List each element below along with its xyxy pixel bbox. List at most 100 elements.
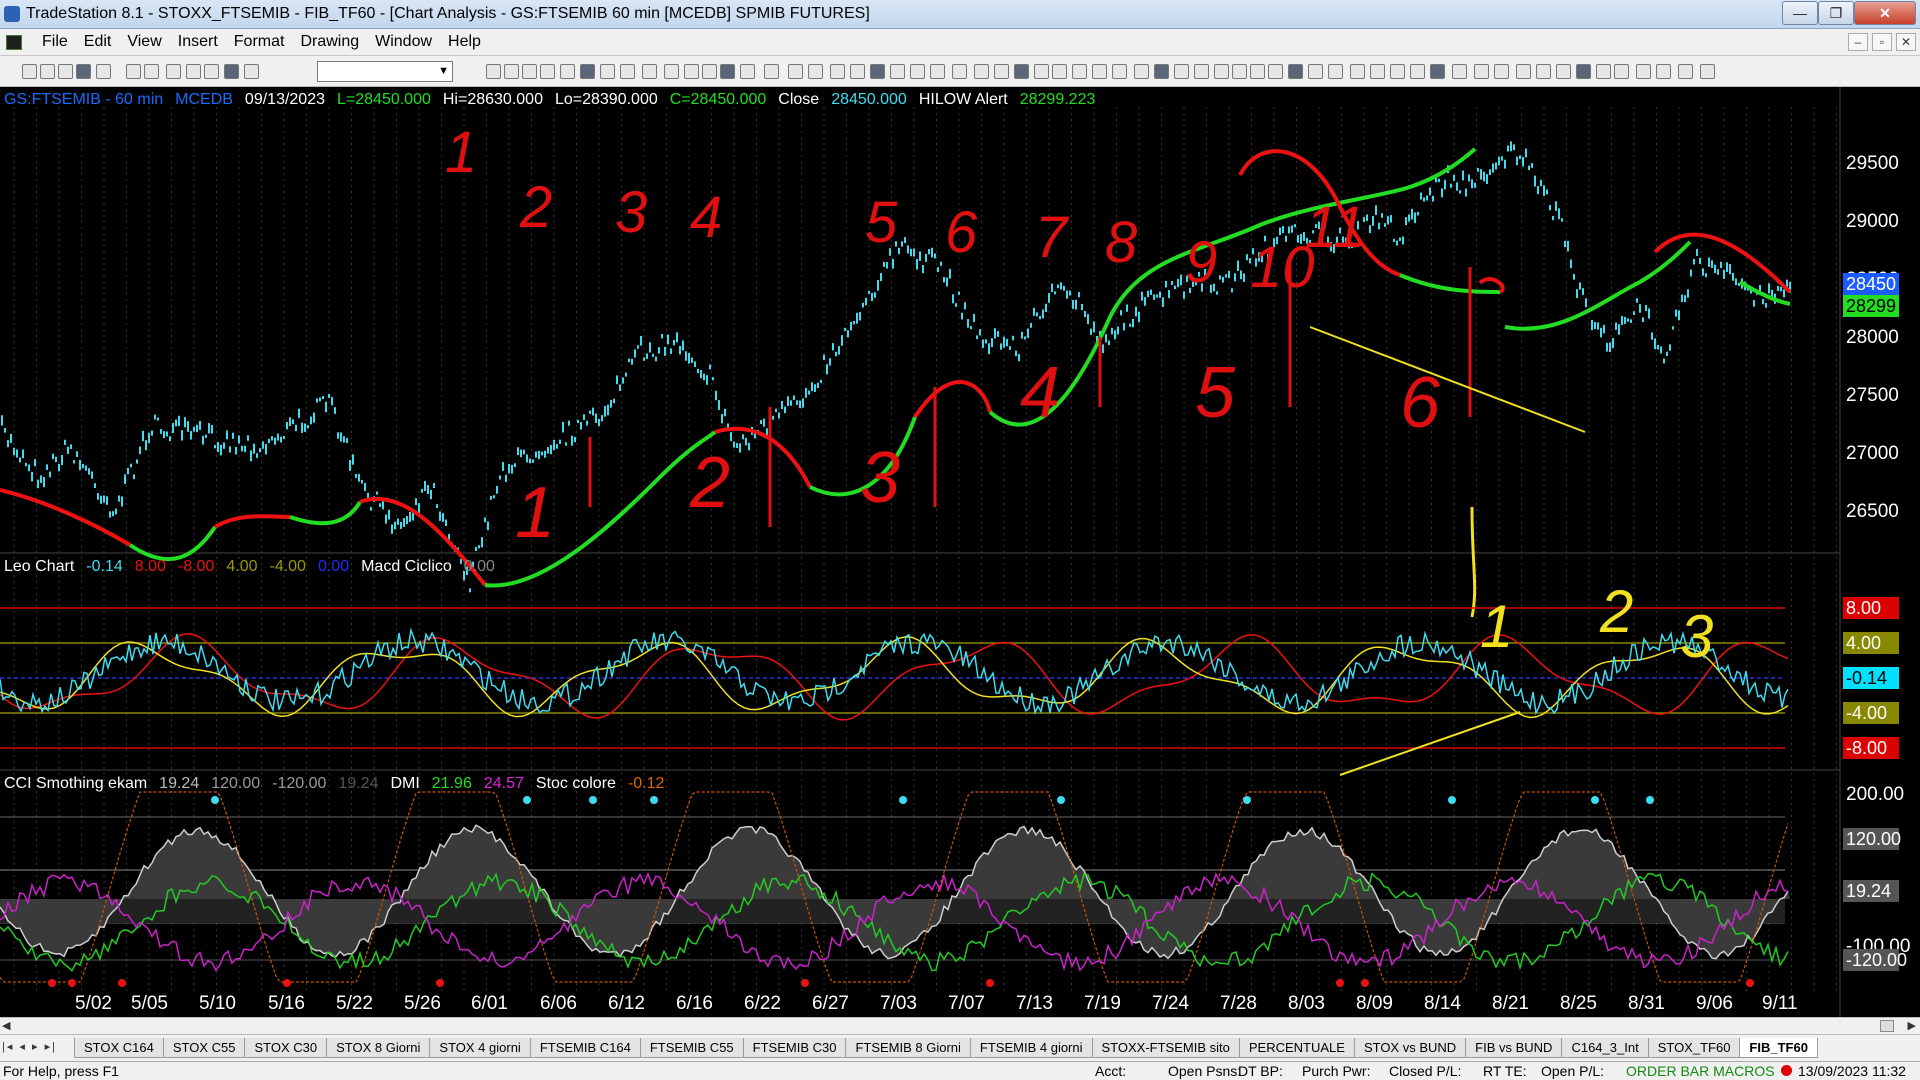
toolbar-tool-icon[interactable]: [740, 64, 755, 79]
toolbar-tool-icon[interactable]: [600, 64, 615, 79]
tab-stox-4-giorni[interactable]: STOX 4 giorni: [429, 1038, 531, 1058]
toolbar-tool-icon[interactable]: [952, 64, 967, 79]
toolbar-tool-icon[interactable]: [1052, 64, 1067, 79]
toolbar-tool-icon[interactable]: [994, 64, 1009, 79]
toolbar-tool-icon[interactable]: [1232, 64, 1247, 79]
toolbar-tool-icon[interactable]: [1288, 64, 1303, 79]
maximize-button[interactable]: ❐: [1818, 1, 1854, 25]
toolbar-tool-icon[interactable]: [870, 64, 885, 79]
toolbar-tool-icon[interactable]: [1596, 64, 1611, 79]
menu-file[interactable]: File: [34, 33, 76, 51]
mdi-restore-button[interactable]: ▫: [1872, 33, 1892, 51]
toolbar-tool-icon[interactable]: [580, 64, 595, 79]
toolbar-tool-icon[interactable]: [1678, 64, 1693, 79]
new-icon[interactable]: [22, 64, 37, 79]
toolbar-tool-icon[interactable]: [1516, 64, 1531, 79]
toolbar-tool-icon[interactable]: [974, 64, 989, 79]
tab-navigation[interactable]: |◂ ◂ ▸ ▸|: [2, 1040, 57, 1053]
tab-fib-vs-bund[interactable]: FIB vs BUND: [1465, 1038, 1563, 1058]
toolbar-tool-icon[interactable]: [764, 64, 779, 79]
toolbar-tool-icon[interactable]: [1268, 64, 1283, 79]
tab-ftsemib-c55[interactable]: FTSEMIB C55: [639, 1038, 744, 1058]
toolbar-tool-icon[interactable]: [910, 64, 925, 79]
menu-window[interactable]: Window: [367, 33, 440, 51]
tab-c164-3-int[interactable]: C164_3_Int: [1561, 1038, 1649, 1058]
tab-ftsemib-8-giorni[interactable]: FTSEMIB 8 Giorni: [845, 1038, 971, 1058]
menu-view[interactable]: View: [119, 33, 169, 51]
toolbar-tool-icon[interactable]: [930, 64, 945, 79]
mdi-close-button[interactable]: ✕: [1896, 33, 1916, 51]
tab-fib-tf60[interactable]: FIB_TF60: [1739, 1038, 1818, 1058]
toolbar-tool-icon[interactable]: [1656, 64, 1671, 79]
toolbar-icon[interactable]: [186, 64, 201, 79]
chevron-down-icon[interactable]: ▼: [438, 65, 449, 77]
toolbar-tool-icon[interactable]: [1072, 64, 1087, 79]
toolbar-tool-icon[interactable]: [1034, 64, 1049, 79]
toolbar-tool-icon[interactable]: [1410, 64, 1425, 79]
tab-ftsemib-c164[interactable]: FTSEMIB C164: [529, 1038, 641, 1058]
toolbar-tool-icon[interactable]: [1430, 64, 1445, 79]
toolbar-icon[interactable]: [224, 64, 239, 79]
horizontal-scrollbar[interactable]: ◀ ▶: [0, 1017, 1920, 1034]
toolbar-tool-icon[interactable]: [1092, 64, 1107, 79]
folder-icon[interactable]: [96, 64, 111, 79]
toolbar-tool-icon[interactable]: [522, 64, 537, 79]
toolbar-tool-icon[interactable]: [620, 64, 635, 79]
menu-insert[interactable]: Insert: [170, 33, 226, 51]
toolbar-tool-icon[interactable]: [1250, 64, 1265, 79]
tab-ftsemib-4-giorni[interactable]: FTSEMIB 4 giorni: [969, 1038, 1093, 1058]
save-all-icon[interactable]: [76, 64, 91, 79]
scroll-right-icon[interactable]: ▶: [1908, 1019, 1916, 1032]
chart-canvas[interactable]: 1 2 34 5 612 3 4 5 6 7 8 9 10111 2 3: [0, 87, 1920, 1017]
toolbar-tool-icon[interactable]: [1328, 64, 1343, 79]
toolbar-tool-icon[interactable]: [486, 64, 501, 79]
chart-document-icon[interactable]: [6, 35, 22, 50]
chart-area[interactable]: 1 2 3 4 5 6 1 2 3 4 5 6 7 8 9 10 11 1 2 3 GS:FTSEMIB - 60 m…: [0, 87, 1920, 1017]
menu-drawing[interactable]: Drawing: [292, 33, 367, 51]
toolbar-tool-icon[interactable]: [560, 64, 575, 79]
toolbar-tool-icon[interactable]: [1014, 64, 1029, 79]
tab-stox-c164[interactable]: STOX C164: [74, 1038, 164, 1058]
tab-percentuale[interactable]: PERCENTUALE: [1238, 1038, 1355, 1058]
toolbar-tool-icon[interactable]: [1536, 64, 1551, 79]
toolbar-tool-icon[interactable]: [1556, 64, 1571, 79]
toolbar-tool-icon[interactable]: [1350, 64, 1365, 79]
toolbar-icon[interactable]: [166, 64, 181, 79]
mdi-minimize-button[interactable]: –: [1848, 33, 1868, 51]
open-icon[interactable]: [40, 64, 55, 79]
tab-stox-tf60[interactable]: STOX_TF60: [1647, 1038, 1741, 1058]
toolbar-tool-icon[interactable]: [1700, 64, 1715, 79]
close-button[interactable]: ✕: [1854, 1, 1916, 25]
toolbar-tool-icon[interactable]: [540, 64, 555, 79]
toolbar-tool-icon[interactable]: [1134, 64, 1149, 79]
toolbar-tool-icon[interactable]: [1308, 64, 1323, 79]
toolbar-tool-icon[interactable]: [1636, 64, 1651, 79]
toolbar-tool-icon[interactable]: [830, 64, 845, 79]
lock-icon[interactable]: [204, 64, 219, 79]
toolbar-tool-icon[interactable]: [808, 64, 823, 79]
toolbar-tool-icon[interactable]: [1576, 64, 1591, 79]
toolbar-tool-icon[interactable]: [642, 64, 657, 79]
toolbar-tool-icon[interactable]: [1452, 64, 1467, 79]
tab-stox-c55[interactable]: STOX C55: [162, 1038, 246, 1058]
toolbar-tool-icon[interactable]: [1214, 64, 1229, 79]
toolbar-tool-icon[interactable]: [702, 64, 717, 79]
toolbar-tool-icon[interactable]: [1174, 64, 1189, 79]
tab-stoxx-ftsemib-sito[interactable]: STOXX-FTSEMIB sito: [1091, 1038, 1240, 1058]
tab-stox-8-giorni[interactable]: STOX 8 Giorni: [326, 1038, 431, 1058]
save-icon[interactable]: [58, 64, 73, 79]
toolbar-tool-icon[interactable]: [720, 64, 735, 79]
toolbar-tool-icon[interactable]: [788, 64, 803, 79]
toolbar-tool-icon[interactable]: [850, 64, 865, 79]
tab-ftsemib-c30[interactable]: FTSEMIB C30: [742, 1038, 847, 1058]
toolbar-combo[interactable]: ▼: [317, 61, 453, 82]
toolbar-tool-icon[interactable]: [1194, 64, 1209, 79]
toolbar-tool-icon[interactable]: [684, 64, 699, 79]
toolbar-tool-icon[interactable]: [890, 64, 905, 79]
toolbar-tool-icon[interactable]: [504, 64, 519, 79]
print-preview-icon[interactable]: [144, 64, 159, 79]
toolbar-tool-icon[interactable]: [1494, 64, 1509, 79]
toolbar-tool-icon[interactable]: [1474, 64, 1489, 79]
toolbar-tool-icon[interactable]: [1390, 64, 1405, 79]
scroll-thumb[interactable]: [1880, 1020, 1894, 1032]
